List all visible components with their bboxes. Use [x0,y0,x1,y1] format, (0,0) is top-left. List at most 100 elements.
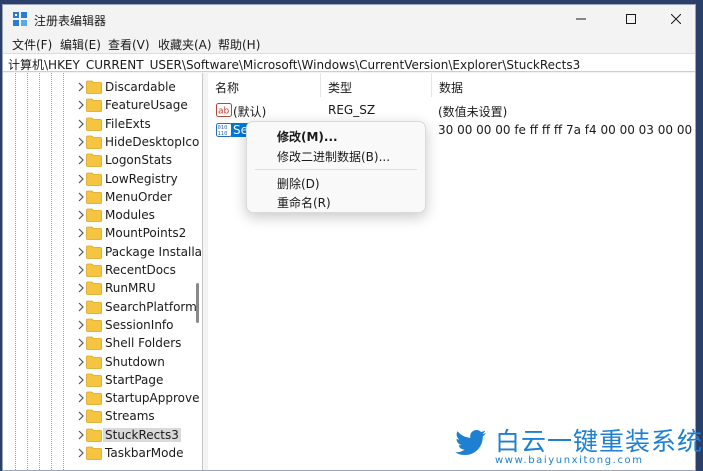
chevron-right-icon[interactable] [76,173,86,185]
value-name: (默认) [233,105,267,119]
folder-icon [86,117,102,131]
context-modify-binary[interactable]: 修改二进制数据(B)... [277,148,390,165]
tree-item-label: MenuOrder [105,189,173,204]
chevron-right-icon[interactable] [76,356,86,368]
regedit-window: 注册表编辑器 文件(F) 编辑(E) 查看(V) 收藏夹(A) 帮助(H) 计算… [2,4,696,471]
folder-icon [86,98,102,113]
tree-item-label: Streams [105,409,155,424]
chevron-right-icon[interactable] [76,99,86,111]
tree-item[interactable]: StuckRects3 [3,426,202,444]
watermark-url: www.baiyunxitong.com [495,455,644,466]
tree-item[interactable]: Package Installa [3,243,203,261]
tree-item[interactable]: Shell Folders [3,334,202,352]
tree-item-label: MountPoints2 [105,226,187,241]
tree-item-label: Package Installa [105,244,203,259]
close-icon [671,14,681,24]
tree-item[interactable]: StartupApprove [3,389,202,407]
chevron-right-icon[interactable] [76,282,86,294]
folder-icon [86,153,102,168]
folder-icon [86,428,102,442]
tree-item[interactable]: RecentDocs [3,261,202,279]
value-data: 30 00 00 00 fe ff ff ff 7a f4 00 00 03 0… [438,123,695,137]
chevron-right-icon[interactable] [76,227,86,239]
tree-item-label: StartPage [105,372,164,387]
watermark: 白云一键重装系统 www.baiyunxitong.com [447,418,703,471]
column-type[interactable]: 类型 [321,73,432,97]
tree-item-label: Shutdown [105,354,165,369]
menu-view[interactable]: 查看(V) [108,36,150,53]
tree-item[interactable]: LogonStats [3,151,202,169]
chevron-right-icon[interactable] [76,209,86,221]
chevron-right-icon[interactable] [76,154,86,166]
folder-icon [86,281,102,296]
svg-text:ab: ab [218,107,230,117]
column-data[interactable]: 数据 [432,73,695,97]
chevron-right-icon[interactable] [76,191,86,203]
maximize-button[interactable] [608,5,654,33]
value-data: (数值未设置) [438,105,508,119]
tree-item[interactable]: SearchPlatform [3,298,202,316]
tree-item[interactable]: MenuOrder [3,188,202,206]
chevron-right-icon[interactable] [76,264,86,276]
watermark-title: 白云一键重装系统 [495,427,703,456]
tree-item[interactable]: Modules [3,206,202,224]
chevron-right-icon[interactable] [76,374,86,386]
folder-icon [86,172,102,186]
menu-edit[interactable]: 编辑(E) [60,36,101,53]
tree-item[interactable]: Discardable [3,78,202,96]
folder-icon [86,190,102,204]
tree-item[interactable]: LowRegistry [3,170,202,188]
chevron-right-icon[interactable] [76,429,86,441]
binary-value-icon: 010 110 [216,123,232,137]
folder-icon [86,208,102,222]
context-rename[interactable]: 重命名(R) [277,194,331,211]
tree-item[interactable]: MountPoints2 [3,224,202,242]
tree-item[interactable]: StartPage [3,371,202,389]
regedit-app-icon [13,12,27,26]
menu-help[interactable]: 帮助(H) [218,36,260,53]
menu-file[interactable]: 文件(F) [12,36,52,53]
folder-icon [86,391,102,405]
close-button[interactable] [653,5,695,33]
chevron-right-icon[interactable] [76,301,86,313]
tree-item-label: Discardable [105,80,176,94]
tree-item[interactable]: FileExts [3,115,202,133]
tree-item[interactable]: Streams [3,407,202,425]
value-row-default[interactable]: ab (默认) REG_SZ (数值未设置) [208,101,695,120]
folder-icon [86,446,102,460]
tree-item-label: RunMRU [105,281,156,296]
chevron-right-icon[interactable] [76,136,86,148]
chevron-right-icon[interactable] [76,246,86,258]
folder-icon [86,336,102,351]
tree-item[interactable]: Shutdown [3,353,202,371]
chevron-right-icon[interactable] [76,337,86,349]
tree-item-label: LowRegistry [105,171,178,186]
tree-item[interactable]: TaskbarMode [3,444,202,462]
folder-icon [86,263,102,277]
window-title: 注册表编辑器 [34,14,107,28]
chevron-right-icon[interactable] [76,392,86,404]
chevron-right-icon[interactable] [76,319,86,331]
column-name[interactable]: 名称 [208,73,321,97]
address-bar[interactable]: 计算机\HKEY_CURRENT_USER\Software\Microsoft… [3,53,695,72]
tree-item[interactable]: FeatureUsage [3,96,202,114]
folder-icon [86,135,102,149]
tree-scrollbar[interactable] [196,283,199,323]
string-value-icon: ab [216,103,232,117]
chevron-right-icon[interactable] [76,81,86,93]
menu-favorites[interactable]: 收藏夹(A) [158,36,212,53]
tree-item[interactable]: HideDesktopIco [3,133,202,151]
chevron-right-icon[interactable] [76,118,86,130]
folder-icon [86,245,102,259]
tree-item[interactable]: RunMRU [3,279,202,297]
twitter-bird-icon [455,430,486,455]
tree-item-label: RecentDocs [105,263,176,277]
minimize-button[interactable] [558,5,604,33]
title-bar[interactable]: 注册表编辑器 [3,5,695,33]
chevron-right-icon[interactable] [76,410,86,422]
context-delete[interactable]: 删除(D) [277,175,320,192]
key-tree[interactable]: Discardable FeatureUsage FileExts HideDeskt… [3,73,203,470]
chevron-right-icon[interactable] [76,447,86,459]
context-modify[interactable]: 修改(M)... [277,128,338,145]
tree-item[interactable]: SessionInfo [3,316,202,334]
